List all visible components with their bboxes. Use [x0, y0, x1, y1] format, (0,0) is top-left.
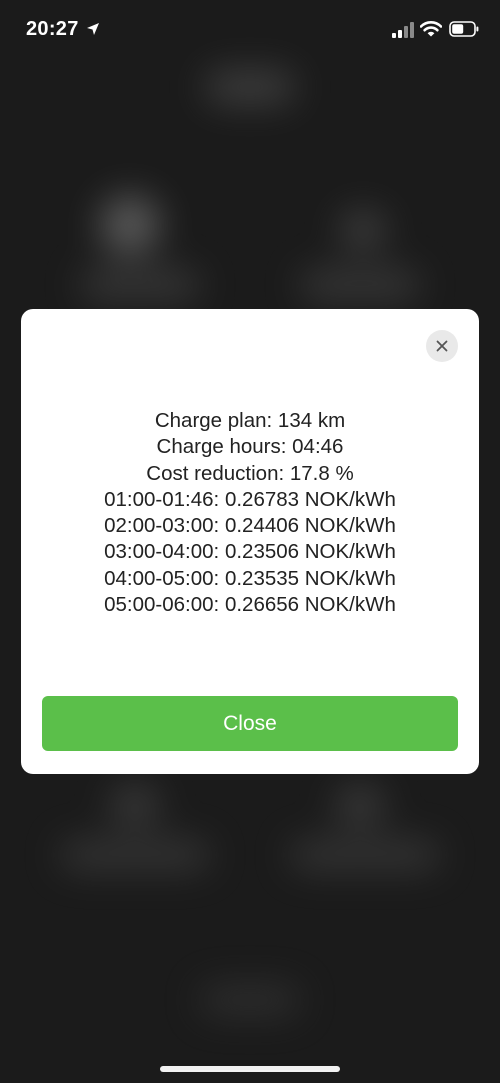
- charge-plan-line: Charge plan: 134 km: [154, 409, 346, 432]
- status-time: 20:27: [26, 18, 79, 40]
- charge-hours-line: Charge hours: 04:46: [156, 435, 344, 459]
- cellular-signal-icon: [392, 22, 414, 38]
- location-arrow-icon: [87, 23, 99, 35]
- close-button[interactable]: Close: [42, 696, 458, 751]
- price-slot-line: 03:00-04:00: 0.23506 NOK/kWh: [104, 540, 396, 564]
- price-slot-line: 05:00-06:00: 0.26656 NOK/kWh: [104, 593, 396, 617]
- battery-icon: [449, 21, 479, 37]
- charge-plan-details: Charge plan: 134 km Charge hours: 04:46 …: [21, 408, 479, 618]
- price-slot-line: 01:00-01:46: 0.26783 NOK/kWh: [104, 487, 396, 511]
- close-icon: [436, 340, 448, 352]
- close-icon-button[interactable]: [426, 330, 458, 362]
- charge-plan-dialog: Charge plan: 134 km Charge hours: 04:46 …: [21, 309, 479, 774]
- price-slot-line: 02:00-03:00: 0.24406 NOK/kWh: [104, 514, 396, 538]
- home-indicator[interactable]: [160, 1066, 340, 1072]
- status-bar: 20:27: [0, 0, 500, 60]
- price-slot-line: 04:00-05:00: 0.23535 NOK/kWh: [104, 566, 396, 590]
- cost-reduction-line: Cost reduction: 17.8 %: [146, 461, 354, 485]
- wifi-icon: [420, 21, 442, 37]
